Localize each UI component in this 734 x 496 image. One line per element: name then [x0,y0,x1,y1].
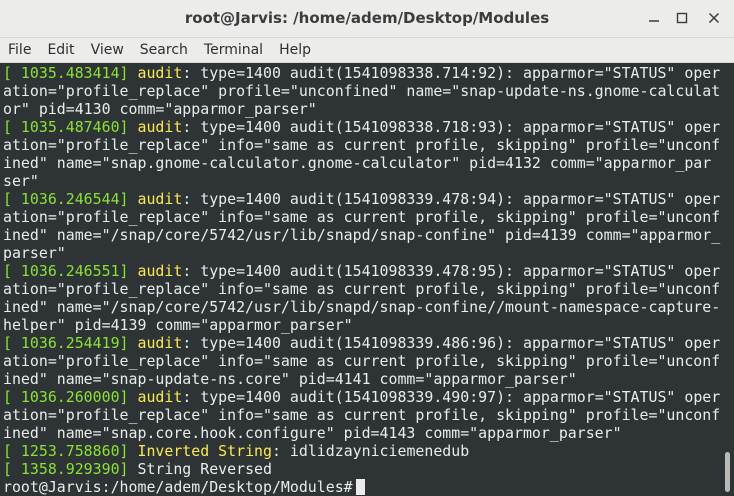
terminal-segment: : type=1400 audit(1541098338.714:92): ap… [182,64,721,82]
terminal-line: [ 1253.758860] Inverted String: idlidzay… [3,442,720,460]
terminal-segment: ation="profile_replace" profile="unconfi… [3,82,721,100]
maximize-icon [676,12,688,24]
terminal-segment: ined" name="snap.gnome-calculator.gnome-… [3,154,712,172]
terminal-line: helper" pid=4139 comm="apparmor_parser" [3,316,720,334]
terminal-line: ation="profile_replace" info="same as cu… [3,280,720,298]
terminal-segment: Inverted String [137,442,272,460]
terminal-line: ation="profile_replace" profile="unconfi… [3,82,720,100]
terminal-line: ation="profile_replace" info="same as cu… [3,406,720,424]
scrollbar[interactable] [722,63,734,496]
terminal-segment: : idlidzayniciemenedub [271,442,470,460]
menu-bar: File Edit View Search Terminal Help [0,38,734,63]
terminal-segment: helper" pid=4139 comm="apparmor_parser" [3,316,353,334]
terminal-window: root@Jarvis: /home/adem/Desktop/Modules … [0,0,734,496]
terminal-segment: parser" [3,244,66,262]
terminal-segment: String Reversed [137,460,272,478]
window-title: root@Jarvis: /home/adem/Desktop/Modules [184,9,550,27]
terminal-output[interactable]: [ 1035.483414] audit: type=1400 audit(15… [0,63,722,496]
terminal-segment: : type=1400 audit(1541098339.486:96): ap… [182,334,721,352]
terminal-segment: ation="profile_replace" info="same as cu… [3,406,721,424]
terminal-line: [ 1035.487460] audit: type=1400 audit(15… [3,118,720,136]
terminal-line: ined" name="/snap/core/5742/usr/lib/snap… [3,226,720,244]
terminal-segment: [ 1035.483414] [3,64,138,82]
terminal-segment: [ 1036.246551] [3,262,138,280]
terminal-segment: [ 1036.246544] [3,190,138,208]
terminal-line: ined" name="snap.gnome-calculator.gnome-… [3,154,720,172]
text-cursor [355,479,365,495]
terminal-segment: : type=1400 audit(1541098338.718:93): ap… [182,118,721,136]
terminal-segment: audit [137,262,183,280]
terminal-segment: ined" name="snap.core.hook.configure" pi… [3,424,622,442]
terminal-segment: : type=1400 audit(1541098339.478:94): ap… [182,190,721,208]
terminal-segment: : type=1400 audit(1541098339.478:95): ap… [182,262,721,280]
terminal-line: [ 1036.254419] audit: type=1400 audit(15… [3,334,720,352]
terminal-line: [ 1358.929390] String Reversed [3,460,720,478]
terminal-line: [ 1036.260000] audit: type=1400 audit(15… [3,388,720,406]
menu-edit[interactable]: Edit [39,38,82,62]
terminal-line: ation="profile_replace" info="same as cu… [3,136,720,154]
terminal-line: ser" [3,172,720,190]
terminal-segment: ser" [3,172,39,190]
terminal-segment: ation="profile_replace" info="same as cu… [3,208,721,226]
terminal-line: ined" name="/snap/core/5742/usr/lib/snap… [3,298,720,316]
terminal-line: or" pid=4130 comm="apparmor_parser" [3,100,720,118]
terminal-segment: audit [137,118,183,136]
terminal-line: ation="profile_replace" info="same as cu… [3,352,720,370]
scrollbar-thumb[interactable] [725,452,730,492]
terminal-segment: audit [137,190,183,208]
terminal-line: [ 1036.246544] audit: type=1400 audit(15… [3,190,720,208]
terminal-segment: [ 1253.758860] [3,442,138,460]
terminal-segment: ation="profile_replace" info="same as cu… [3,352,721,370]
shell-prompt: root@Jarvis:/home/adem/Desktop/Modules# [3,478,353,496]
terminal-segment: ined" name="/snap/core/5742/usr/lib/snap… [3,298,721,316]
terminal-line: ation="profile_replace" info="same as cu… [3,208,720,226]
minimize-button[interactable] [640,5,668,31]
menu-help[interactable]: Help [271,38,319,62]
terminal-line: [ 1035.483414] audit: type=1400 audit(15… [3,64,720,82]
terminal-line: ined" name="snap-update-ns.core" pid=414… [3,370,720,388]
title-bar[interactable]: root@Jarvis: /home/adem/Desktop/Modules [0,0,734,38]
terminal-segment: : type=1400 audit(1541098339.490:97): ap… [182,388,721,406]
minimize-icon [649,20,659,22]
terminal-segment: audit [137,388,183,406]
terminal-segment: ation="profile_replace" info="same as cu… [3,280,721,298]
terminal-segment: ined" name="snap-update-ns.core" pid=414… [3,370,577,388]
terminal-segment: ined" name="/snap/core/5742/usr/lib/snap… [3,226,721,244]
terminal-lines: [ 1035.483414] audit: type=1400 audit(15… [3,64,720,496]
terminal-line: ined" name="snap.core.hook.configure" pi… [3,424,720,442]
maximize-button[interactable] [668,5,696,31]
terminal-segment: [ 1036.254419] [3,334,138,352]
terminal-segment: [ 1035.487460] [3,118,138,136]
terminal-line: parser" [3,244,720,262]
terminal-line: [ 1036.246551] audit: type=1400 audit(15… [3,262,720,280]
menu-view[interactable]: View [83,38,132,62]
menu-terminal[interactable]: Terminal [196,38,271,62]
menu-search[interactable]: Search [132,38,196,62]
terminal-segment: audit [137,334,183,352]
terminal-segment: audit [137,64,183,82]
terminal-segment: or" pid=4130 comm="apparmor_parser" [3,100,317,118]
close-icon [708,12,720,24]
menu-file[interactable]: File [0,38,39,62]
close-button[interactable] [700,5,728,31]
terminal-segment: ation="profile_replace" info="same as cu… [3,136,721,154]
shell-prompt-line[interactable]: root@Jarvis:/home/adem/Desktop/Modules# [3,478,720,496]
terminal-segment: [ 1036.260000] [3,388,138,406]
terminal-segment: [ 1358.929390] [3,460,138,478]
